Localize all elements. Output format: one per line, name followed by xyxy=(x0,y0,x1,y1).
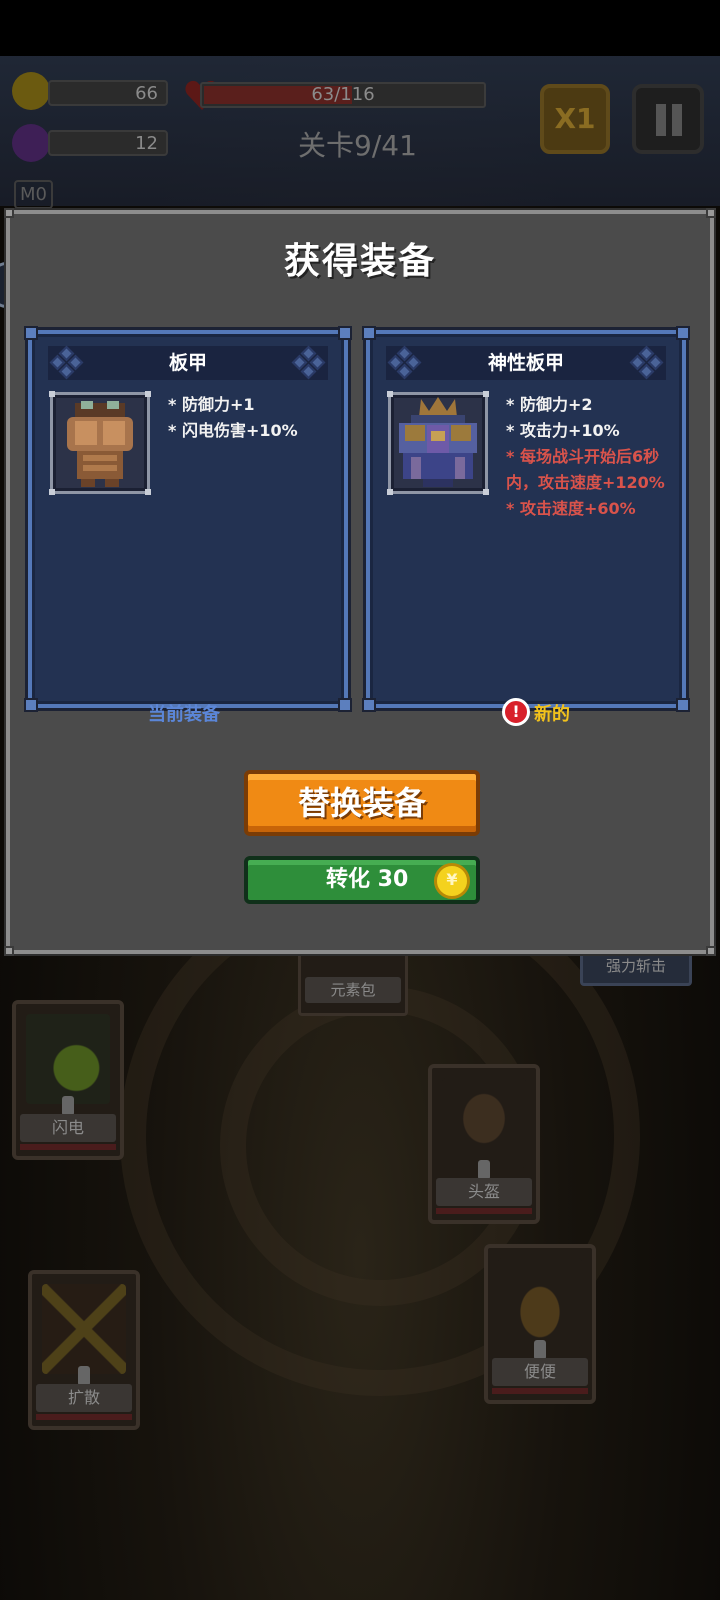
equipment-name: 板甲 xyxy=(168,352,207,374)
stat-line: * 闪电伤害+10% xyxy=(168,421,298,440)
frame-rivet xyxy=(706,208,716,218)
m-counter: M0 xyxy=(14,180,53,209)
helmet-art xyxy=(442,1078,526,1168)
stat-line: * 防御力+1 xyxy=(168,395,255,414)
current-equipment-card[interactable]: 板甲 * 防御力+1 * 闪电伤害+10% xyxy=(24,326,352,712)
equipment-name: 神性板甲 xyxy=(487,352,564,374)
skill-label: 强力斩击 xyxy=(605,957,666,975)
lightning-art xyxy=(26,1014,110,1104)
skill-card-lightning[interactable]: 闪电 xyxy=(12,1000,124,1160)
gem-value: 12 xyxy=(135,133,158,154)
card-corner xyxy=(338,326,352,340)
stat-line: * 每场战斗开始后6秒内，攻击速度+120% xyxy=(506,447,665,492)
card-header: 板甲 xyxy=(48,346,328,380)
gold-coin-icon xyxy=(12,72,50,110)
skill-bar xyxy=(20,1144,116,1150)
skill-lock-icon xyxy=(534,1340,546,1360)
frame-rivet xyxy=(4,946,14,956)
diamond-ornament-icon xyxy=(291,345,326,380)
stat-line: * 攻击力+10% xyxy=(506,421,620,440)
spread-art xyxy=(42,1284,126,1374)
speed-label: X1 xyxy=(554,102,596,135)
skill-label: 元素包 xyxy=(305,977,401,1003)
card-corner xyxy=(676,698,690,712)
new-equipment-label: 新的 xyxy=(534,704,570,725)
speed-button[interactable]: X1 xyxy=(540,84,610,154)
diamond-ornament-icon xyxy=(387,345,422,380)
skill-card-poop[interactable]: 便便 xyxy=(484,1244,596,1404)
skill-bar xyxy=(492,1388,588,1394)
card-corner xyxy=(24,326,38,340)
equipment-dialog: 获得装备 板甲 * 防御力+1 * 闪电伤害+10% 神性板甲 * 防御力+2 … xyxy=(4,208,716,956)
skill-lock-icon xyxy=(78,1366,90,1386)
convert-button-label: 转化 30 xyxy=(326,867,409,892)
skill-card-elements[interactable]: 元素包 xyxy=(298,946,408,1016)
card-header: 神性板甲 xyxy=(386,346,666,380)
dialog-title: 获得装备 xyxy=(283,241,436,282)
health-bar: 63/116 xyxy=(200,82,486,108)
skill-label: 闪电 xyxy=(20,1114,116,1142)
stat-list: * 防御力+1 * 闪电伤害+10% xyxy=(168,392,344,444)
gold-value: 66 xyxy=(135,83,158,104)
card-corner xyxy=(24,698,38,712)
frame-rivet xyxy=(706,946,716,956)
stat-line: * 防御力+2 xyxy=(506,395,593,414)
stage-indicator: 关卡9/41 xyxy=(298,129,417,162)
skill-bar xyxy=(36,1414,132,1420)
diamond-ornament-icon xyxy=(49,345,84,380)
gem-counter: 12 xyxy=(48,130,168,156)
replace-equipment-button[interactable]: 替换装备 xyxy=(244,770,480,836)
skill-lock-icon xyxy=(62,1096,74,1116)
stat-line: * 攻击速度+60% xyxy=(506,499,636,518)
poop-art xyxy=(498,1258,582,1348)
skill-lock-icon xyxy=(478,1160,490,1180)
card-corner xyxy=(362,326,376,340)
current-equipment-label: 当前装备 xyxy=(148,704,220,725)
divine-plate-armor-icon xyxy=(387,391,489,495)
skill-card-spread[interactable]: 扩散 xyxy=(28,1270,140,1430)
new-equipment-card[interactable]: 神性板甲 * 防御力+2 * 攻击力+10% * 每场战斗开始后6秒内，攻击速度… xyxy=(362,326,690,712)
skill-label: 便便 xyxy=(492,1358,588,1386)
skill-bar xyxy=(436,1208,532,1214)
alert-icon: ! xyxy=(502,698,530,726)
card-corner xyxy=(676,326,690,340)
skill-label: 头盔 xyxy=(436,1178,532,1206)
plate-armor-icon xyxy=(49,391,151,495)
skill-card-helmet[interactable]: 头盔 xyxy=(428,1064,540,1224)
card-corner xyxy=(338,698,352,712)
coin-icon: ¥ xyxy=(434,863,470,899)
convert-button[interactable]: 转化 30 ¥ xyxy=(244,856,480,904)
replace-button-label: 替换装备 xyxy=(297,784,426,822)
health-text: 63/116 xyxy=(311,84,375,105)
frame-rivet xyxy=(4,208,14,218)
stat-list: * 防御力+2 * 攻击力+10% * 每场战斗开始后6秒内，攻击速度+120% * … xyxy=(506,392,682,522)
pause-button[interactable] xyxy=(632,84,704,154)
card-corner xyxy=(362,698,376,712)
diamond-ornament-icon xyxy=(629,345,664,380)
gem-icon xyxy=(12,124,50,162)
skill-label: 扩散 xyxy=(36,1384,132,1412)
gold-counter: 66 xyxy=(48,80,168,106)
